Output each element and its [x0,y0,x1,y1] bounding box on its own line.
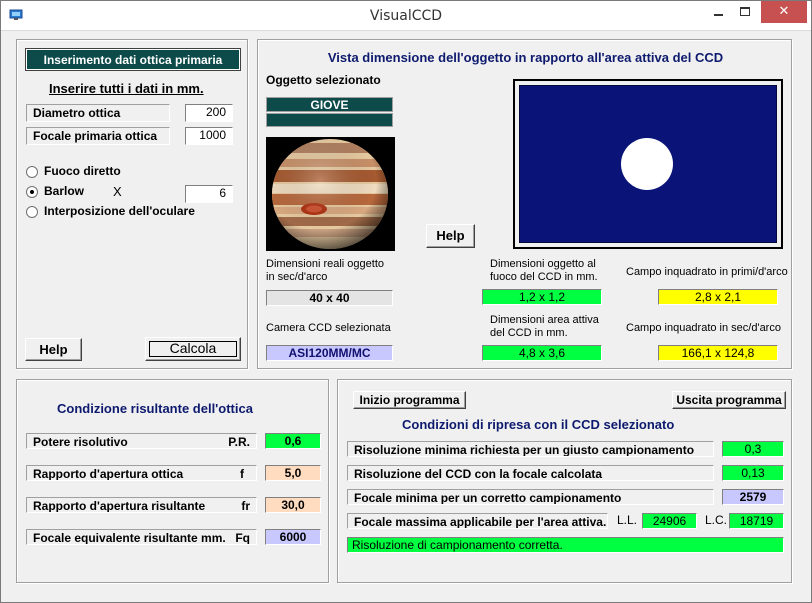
equivalent-focal-symbol: Fq [235,531,250,545]
start-program-button[interactable]: Inizio programma [353,391,466,409]
field-arcsec-label: Campo inquadrato in sec/d'arco [626,322,781,334]
field-arcmin-value: 2,8 x 2,1 [658,289,778,305]
ccd-area-value: 4,8 x 3,6 [482,345,602,361]
sampling-status-message: Risoluzione di campionamento corretta. [347,537,784,553]
lc-label: L.C. [705,513,728,527]
resulting-focal-ratio-text: Rapporto d'apertura risultante [33,499,206,513]
object-image [266,137,395,251]
real-dimensions-value: 40 x 40 [266,290,393,306]
calculate-button[interactable]: Calcola [145,337,241,361]
ccd-conditions-title: Condizioni di ripresa con il CCD selezio… [402,417,675,432]
focal-ratio-symbol: f [240,467,244,481]
equivalent-focal-text: Focale equivalente risultante mm. [33,531,226,545]
radio-eyepiece-projection-label: Interposizione dell'oculare [44,204,195,218]
radio-barlow[interactable] [26,186,38,198]
radio-eyepiece-projection[interactable] [26,206,38,218]
min-resolution-value: 0,3 [722,441,784,457]
camera-value[interactable]: ASI120MM/MC [266,345,393,361]
ccd-area-label-2: del CCD in mm. [490,327,568,339]
equivalent-focal-value: 6000 [265,529,321,545]
ccd-area-label-1: Dimensioni area attiva [490,314,599,326]
equivalent-focal-label: Focale equivalente risultante mm. Fq [26,529,257,545]
close-icon: ✕ [778,4,790,19]
resolving-power-value: 0,6 [265,433,321,449]
focal-length-input[interactable]: 1000 [185,127,233,145]
ccd-view-panel: Vista dimensione dell'oggetto in rapport… [257,39,792,369]
optics-input-panel: Inserimento dati ottica primaria Inserir… [16,39,248,369]
focal-length-label: Focale primaria ottica [26,127,170,145]
ll-value: 24906 [642,513,697,529]
object-disc [621,138,673,190]
window-title: VisualCCD [369,8,443,24]
object-ccd-dimensions-value: 1,2 x 1,2 [482,289,602,305]
title-bar: VisualCCD ✕ [1,1,811,31]
ll-label: L.L. [617,513,638,527]
camera-label: Camera CCD selezionata [266,322,391,334]
focal-ratio-value: 5,0 [265,465,321,481]
radio-direct-focus[interactable] [26,166,38,178]
app-window: VisualCCD ✕ Inserimento dati ottica prim… [0,0,812,603]
object-ccd-dimensions-label-2: fuoco del CCD in mm. [490,271,598,283]
focal-ratio-label: Rapporto d'apertura ottica f [26,465,257,481]
units-subtitle: Inserire tutti i dati in mm. [49,81,204,96]
ccd-conditions-panel: Inizio programma Uscita programma Condiz… [337,379,792,583]
barlow-multiplier-symbol: X [113,184,122,199]
ccd-view-title: Vista dimensione dell'oggetto in rapport… [327,50,724,65]
min-focal-value: 2579 [722,489,784,505]
object-ccd-dimensions-label-1: Dimensioni oggetto al [490,258,596,270]
radio-direct-focus-label: Fuoco diretto [44,164,121,178]
selected-object-label: Oggetto selezionato [266,73,381,87]
close-button[interactable]: ✕ [761,1,807,23]
resulting-focal-ratio-value: 30,0 [265,497,321,513]
resolving-power-label: Potere risolutivo P.R. [26,433,257,449]
resulting-focal-ratio-label: Rapporto d'apertura risultante fr [26,497,257,513]
lc-value: 18719 [729,513,784,529]
view-help-button[interactable]: Help [426,224,475,248]
minimize-button[interactable] [705,1,731,23]
optics-result-title: Condizione risultante dell'ottica [57,401,253,416]
resolving-power-text: Potere risolutivo [33,435,128,449]
minimize-icon [714,14,723,16]
left-help-button[interactable]: Help [25,338,82,361]
field-arcmin-label: Campo inquadrato in primi/d'arco [626,266,788,278]
focal-ratio-text: Rapporto d'apertura ottica [33,467,184,481]
min-focal-label: Focale minima per un corretto campioname… [347,489,714,505]
barlow-factor-input[interactable]: 6 [185,185,233,203]
real-dimensions-label-1: Dimensioni reali oggetto [266,258,385,270]
real-dimensions-label-2: in sec/d'arco [266,271,328,283]
maximize-button[interactable] [732,1,758,23]
ccd-active-area [519,85,777,243]
selected-object-name[interactable]: GIOVE [266,97,393,112]
field-arcsec-value: 166,1 x 124,8 [658,345,778,361]
max-focal-label: Focale massima applicabile per l'area at… [347,513,608,529]
maximize-icon [740,7,750,16]
diameter-input[interactable]: 200 [185,104,233,122]
optics-input-header: Inserimento dati ottica primaria [25,48,241,71]
ccd-frame [513,79,783,249]
optics-result-panel: Condizione risultante dell'ottica Potere… [16,379,329,583]
diameter-label: Diametro ottica [26,104,170,122]
selected-object-extra [266,113,393,127]
resolving-power-symbol: P.R. [228,435,250,449]
exit-program-button[interactable]: Uscita programma [672,391,786,409]
resulting-focal-ratio-symbol: fr [241,499,250,513]
ccd-resolution-label: Risoluzione del CCD con la focale calcol… [347,465,714,481]
min-resolution-label: Risoluzione minima richiesta per un gius… [347,441,714,457]
radio-barlow-label: Barlow [44,184,85,198]
ccd-resolution-value: 0,13 [722,465,784,481]
